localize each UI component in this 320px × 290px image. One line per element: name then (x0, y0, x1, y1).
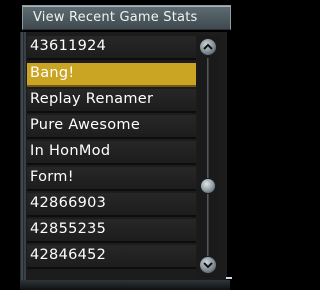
recent-game-stats-window: View Recent Game Stats 43611924 Bang! Re… (0, 0, 232, 290)
list-item-label: 42846452 (30, 247, 107, 263)
panel-bottom-border (20, 280, 230, 290)
chevron-up-icon (203, 43, 213, 50)
resize-marker (226, 277, 232, 279)
header-title: View Recent Game Stats (33, 10, 198, 25)
list-item[interactable]: 43611924 (27, 36, 196, 60)
list-item[interactable]: Pure Awesome (27, 115, 196, 139)
list-item-label: Pure Awesome (30, 117, 141, 133)
list-item[interactable]: 42846452 (27, 245, 196, 269)
chevron-down-icon (203, 262, 213, 269)
scroll-up-button[interactable] (199, 38, 217, 56)
list-item[interactable]: Replay Renamer (27, 89, 196, 113)
list-item-label: 42855235 (30, 221, 107, 237)
list-item[interactable]: In HonMod (27, 141, 196, 165)
scroll-down-button[interactable] (199, 256, 217, 274)
list-item-label: Form! (30, 169, 74, 185)
list-item-label: In HonMod (30, 143, 111, 159)
header-tab[interactable]: View Recent Game Stats (22, 5, 231, 30)
list-item-label: 42866903 (30, 195, 107, 211)
list-item[interactable]: 42866903 (27, 193, 196, 217)
scrollbar[interactable] (197, 36, 219, 278)
scrollbar-rail (207, 58, 209, 258)
scroll-thumb[interactable] (200, 178, 216, 194)
list-item[interactable]: Form! (27, 167, 196, 191)
list-item-label: Replay Renamer (30, 91, 154, 107)
game-list: 43611924 Bang! Replay Renamer Pure Aweso… (27, 36, 196, 280)
list-item[interactable]: 42855235 (27, 219, 196, 243)
list-item-label: Bang! (30, 65, 75, 81)
list-item-label: 43611924 (30, 38, 107, 54)
list-item-selected[interactable]: Bang! (27, 63, 196, 87)
